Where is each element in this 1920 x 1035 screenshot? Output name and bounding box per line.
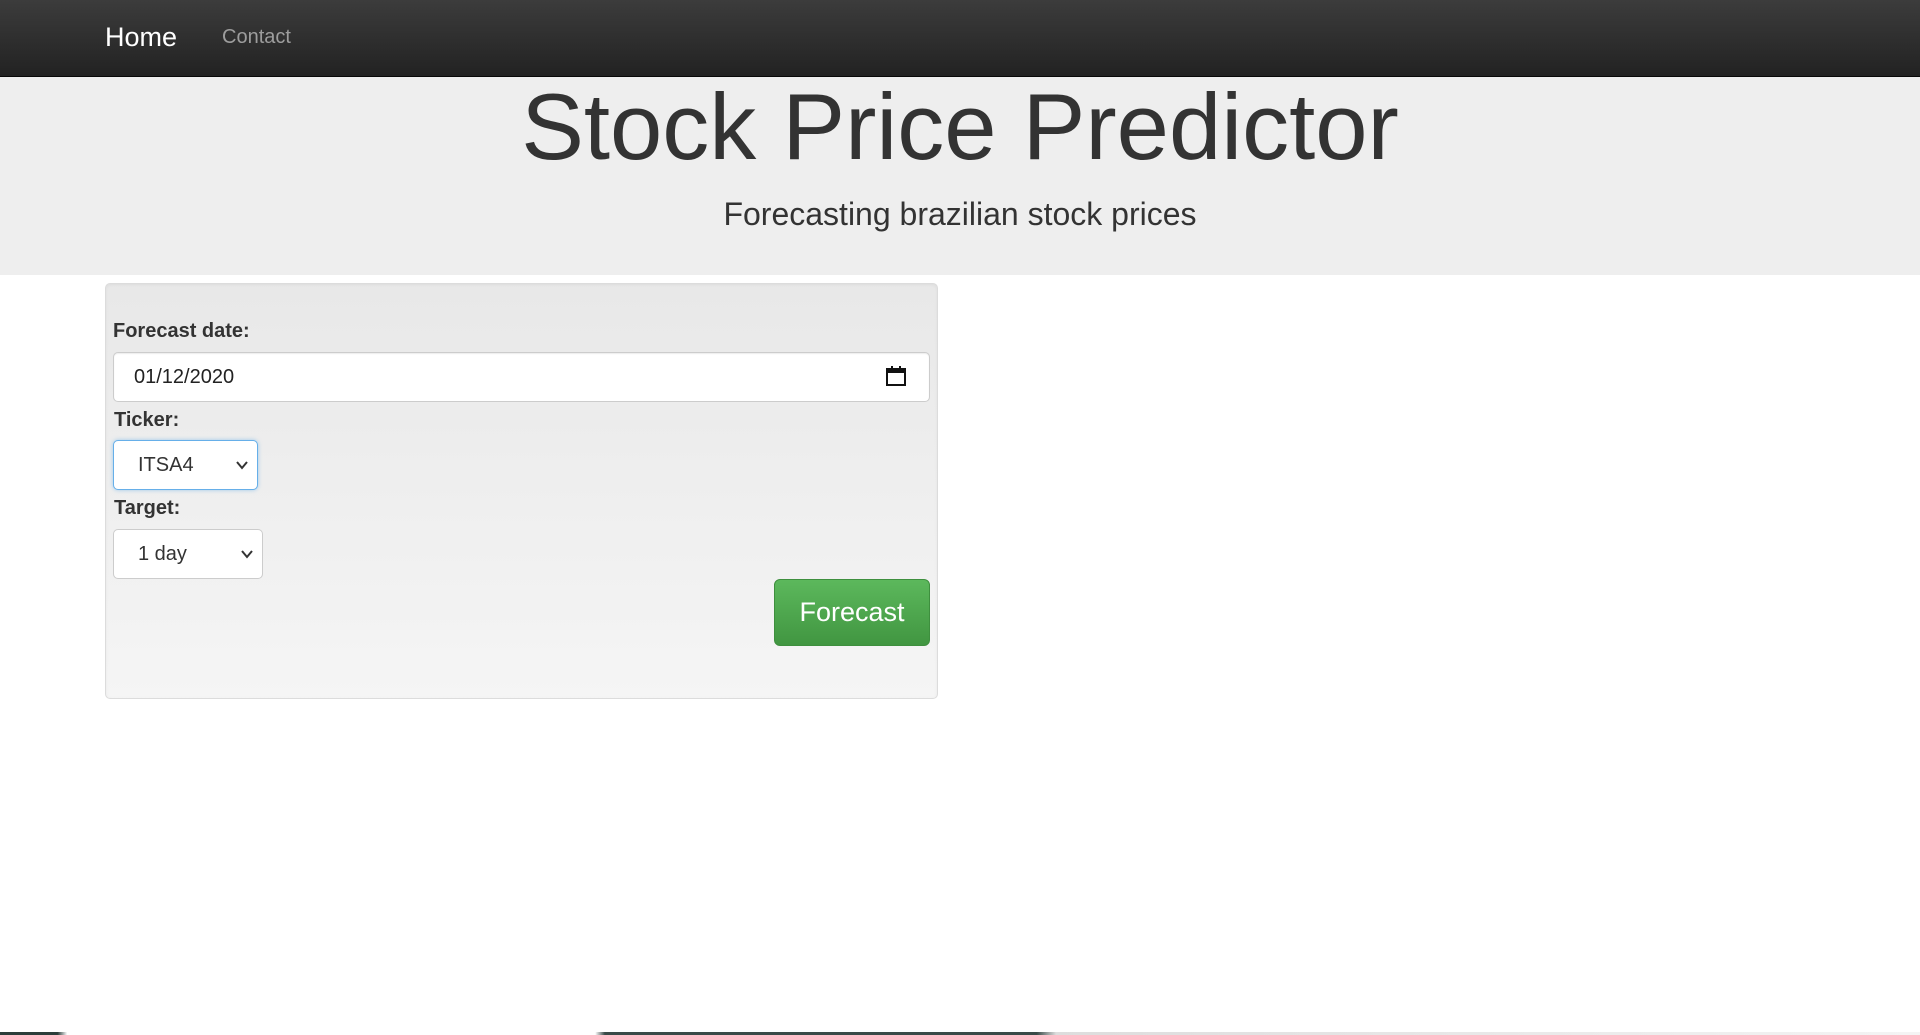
forecast-form-panel: Forecast date: 01/12/2020 Ticker: ITSA4 … [105, 283, 938, 699]
jumbotron: Stock Price Predictor Forecasting brazil… [0, 77, 1920, 275]
chevron-down-icon [241, 550, 253, 559]
nav-contact-link[interactable]: Contact [222, 24, 291, 50]
calendar-icon[interactable] [885, 365, 907, 387]
target-selected-value: 1 day [138, 543, 187, 565]
ticker-selected-value: ITSA4 [138, 454, 194, 476]
target-select[interactable]: 1 day [113, 529, 263, 579]
navbar: Home Contact [0, 0, 1920, 77]
forecast-date-input[interactable]: 01/12/2020 [113, 352, 930, 402]
chevron-down-icon [236, 461, 248, 470]
forecast-button[interactable]: Forecast [774, 579, 930, 646]
forecast-date-label: Forecast date: [113, 320, 250, 342]
nav-home-link[interactable]: Home [105, 20, 177, 54]
target-label: Target: [114, 497, 181, 519]
page-subtitle: Forecasting brazilian stock prices [723, 196, 1197, 232]
ticker-label: Ticker: [114, 409, 180, 431]
ticker-select[interactable]: ITSA4 [113, 440, 258, 490]
forecast-date-value: 01/12/2020 [134, 366, 235, 388]
page-title: Stock Price Predictor [521, 74, 1399, 179]
